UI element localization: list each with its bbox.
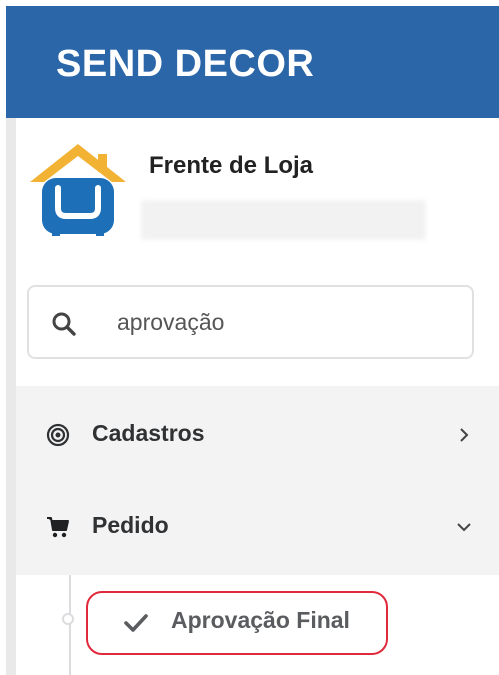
store-name: Frente de Loja: [149, 152, 314, 179]
shopping-cart-icon: [47, 517, 69, 538]
submenu-pedido: Aprovação Final: [16, 575, 499, 675]
tree-node: [62, 613, 74, 625]
target-circle-icon: [46, 423, 70, 447]
check-icon: [124, 614, 148, 632]
sidebar: Frente de Loja Cadastros: [6, 118, 499, 675]
sidebar-item-label: Cadastros: [92, 420, 205, 446]
tree-connector: [69, 575, 71, 675]
search-input[interactable]: [117, 303, 457, 341]
sofa-house-logo-icon: [30, 144, 126, 236]
brand-title[interactable]: SEND DECOR: [56, 42, 314, 86]
search-box[interactable]: [27, 285, 474, 359]
sidebar-item-pedido[interactable]: Pedido: [16, 482, 499, 574]
redacted-user-info: [141, 200, 426, 240]
profile-section: Frente de Loja: [16, 118, 499, 386]
app-frame: SEND DECOR Frente de Loja aprovação Cada…: [0, 0, 499, 675]
search-icon: [52, 312, 76, 336]
sidebar-item-label: Pedido: [92, 512, 169, 538]
chevron-down-icon: [457, 523, 471, 532]
app-header: SEND DECOR: [6, 6, 499, 118]
sidebar-item-cadastros[interactable]: Cadastros: [16, 390, 499, 482]
submenu-item-label: Aprovação Final: [171, 607, 350, 633]
chevron-right-icon: [460, 428, 469, 442]
submenu-item-aprovacao-final[interactable]: Aprovação Final: [86, 591, 388, 655]
